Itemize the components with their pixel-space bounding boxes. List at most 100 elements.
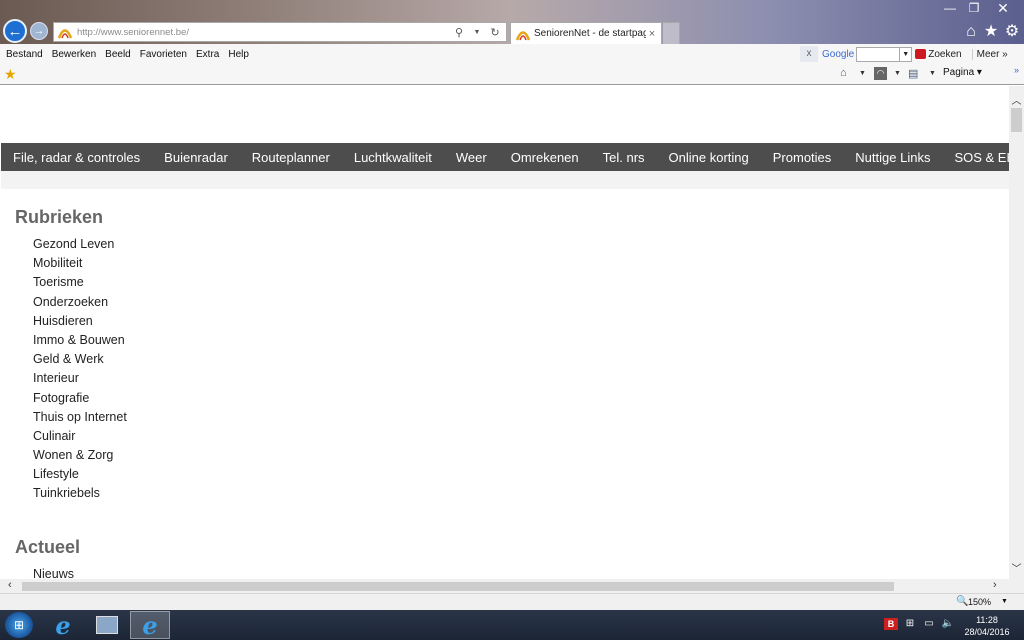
zoom-icon[interactable]: 🔍 — [956, 596, 968, 607]
scroll-down-icon[interactable]: ﹀ — [1009, 560, 1024, 575]
forward-button[interactable]: → — [30, 22, 48, 40]
zoom-level[interactable]: 150% — [968, 597, 991, 607]
rubriek-mobiliteit[interactable]: Mobiliteit — [33, 256, 127, 275]
rss-dropdown-icon[interactable]: ▼ — [894, 70, 901, 77]
vertical-scroll-thumb[interactable] — [1011, 108, 1022, 132]
google-logo: Google — [822, 48, 855, 60]
taskbar-ie-active[interactable]: e — [130, 610, 170, 640]
menu-help[interactable]: Help — [228, 49, 249, 60]
web-content: File, radar & controles Buienradar Route… — [0, 86, 1009, 579]
nav-luchtkwaliteit[interactable]: Luchtkwaliteit — [354, 150, 432, 165]
rubriek-interieur[interactable]: Interieur — [33, 371, 127, 390]
rubriek-immo-bouwen[interactable]: Immo & Bouwen — [33, 333, 127, 352]
close-window-button[interactable]: ✕ — [990, 0, 1016, 16]
new-tab-button[interactable] — [663, 22, 680, 44]
vertical-scrollbar[interactable]: ︿ ﹀ — [1009, 86, 1024, 579]
nav-nuttige-links[interactable]: Nuttige Links — [855, 150, 930, 165]
pagina-label: Pagina — [943, 67, 975, 78]
rubriek-thuis-op-internet[interactable]: Thuis op Internet — [33, 410, 127, 429]
start-button[interactable]: ⊞ — [5, 612, 33, 638]
scroll-right-icon[interactable]: › — [993, 579, 997, 591]
tab-close-icon[interactable]: × — [646, 28, 658, 40]
minimize-button[interactable]: — — [937, 0, 963, 16]
zoeken-button[interactable]: Zoeken — [928, 49, 961, 60]
tab-seniorennet[interactable]: SeniorenNet - de startpagin... × — [510, 22, 662, 44]
google-search-dropdown-icon[interactable]: ▼ — [900, 46, 913, 62]
nav-online-korting[interactable]: Online korting — [669, 150, 749, 165]
tab-title: SeniorenNet - de startpagin... — [534, 28, 646, 39]
rss-icon[interactable]: ◠ — [874, 67, 887, 80]
home-icon[interactable]: ⌂ — [961, 22, 981, 42]
clock-time: 11:28 — [976, 615, 998, 625]
taskbar-clock[interactable]: 11:28 28/04/2016 — [960, 614, 1014, 638]
title-bar: — ❐ ✕ ← → http://www.seniorennet.be/ ⚲ ▼… — [0, 0, 1024, 44]
menu-extra[interactable]: Extra — [196, 49, 219, 60]
internet-explorer-icon: e — [55, 610, 71, 640]
search-icon[interactable]: ⚲ — [452, 26, 466, 39]
home-dropdown-icon[interactable]: ▼ — [859, 70, 866, 77]
taskbar-explorer[interactable] — [87, 611, 127, 639]
network-icon[interactable]: ▭ — [922, 618, 936, 630]
nav-buienradar[interactable]: Buienradar — [164, 150, 228, 165]
rubrieken-heading: Rubrieken — [15, 207, 104, 227]
volume-icon[interactable]: 🔈 — [941, 618, 955, 630]
rubriek-tuinkriebels[interactable]: Tuinkriebels — [33, 486, 127, 505]
taskbar-ie-pinned[interactable]: e — [43, 610, 83, 640]
system-tray: B ⊞ ▭ 🔈 — [884, 618, 960, 630]
rubriek-onderzoeken[interactable]: Onderzoeken — [33, 295, 127, 314]
actueel-nieuws[interactable]: Nieuws — [33, 567, 74, 579]
rubriek-toerisme[interactable]: Toerisme — [33, 275, 127, 294]
nav-promoties[interactable]: Promoties — [773, 150, 832, 165]
back-arrow-icon: ← — [7, 22, 23, 40]
rubriek-gezond-leven[interactable]: Gezond Leven — [33, 237, 127, 256]
scroll-left-icon[interactable]: ‹ — [8, 579, 12, 591]
print-dropdown-icon[interactable]: ▼ — [929, 70, 936, 77]
meer-button[interactable]: Meer » — [971, 48, 1008, 60]
maximize-button[interactable]: ❐ — [961, 0, 987, 16]
rubriek-huisdieren[interactable]: Huisdieren — [33, 314, 127, 333]
add-favorite-star-icon[interactable]: ★ — [4, 66, 17, 83]
nav-omrekenen[interactable]: Omrekenen — [511, 150, 579, 165]
command-more-icon[interactable]: » — [1014, 65, 1019, 75]
google-search-input[interactable] — [856, 46, 901, 62]
rubriek-wonen-zorg[interactable]: Wonen & Zorg — [33, 448, 127, 467]
menu-favorieten[interactable]: Favorieten — [140, 49, 187, 60]
tray-windows-icon[interactable]: ⊞ — [903, 618, 917, 630]
star-icon[interactable]: ★ — [981, 22, 1001, 42]
address-bar[interactable]: http://www.seniorennet.be/ ⚲ ▼ ↻ — [53, 22, 507, 42]
horizontal-scroll-thumb[interactable] — [22, 582, 894, 591]
scroll-up-icon[interactable]: ︿ — [1009, 92, 1024, 107]
command-home-icon[interactable]: ⌂ — [840, 67, 847, 79]
menu-bestand[interactable]: Bestand — [6, 49, 43, 60]
back-button[interactable]: ← — [3, 19, 27, 43]
print-icon[interactable]: ▤ — [908, 67, 918, 80]
refresh-icon[interactable]: ↻ — [488, 26, 502, 39]
rubriek-lifestyle[interactable]: Lifestyle — [33, 467, 127, 486]
google-toolbar-close-icon[interactable]: x — [800, 46, 818, 62]
tray-app-icon[interactable]: B — [884, 618, 898, 630]
pagina-menu[interactable]: Pagina ▾ — [943, 67, 982, 78]
address-dropdown-icon[interactable]: ▼ — [470, 29, 484, 36]
zoom-dropdown-icon[interactable]: ▼ — [1001, 598, 1008, 605]
actueel-list: Nieuws — [33, 567, 74, 579]
nav-tel-nrs[interactable]: Tel. nrs — [603, 150, 645, 165]
nav-weer[interactable]: Weer — [456, 150, 487, 165]
rubriek-fotografie[interactable]: Fotografie — [33, 391, 127, 410]
rubriek-culinair[interactable]: Culinair — [33, 429, 127, 448]
gear-icon[interactable]: ⚙ — [1002, 22, 1022, 42]
menu-bewerken[interactable]: Bewerken — [52, 49, 96, 60]
menu-beeld[interactable]: Beeld — [105, 49, 131, 60]
internet-explorer-icon: e — [142, 610, 158, 640]
file-explorer-icon — [96, 616, 118, 634]
address-url[interactable]: http://www.seniorennet.be/ — [77, 27, 452, 38]
nav-routeplanner[interactable]: Routeplanner — [252, 150, 330, 165]
horizontal-scrollbar[interactable]: ‹ › — [0, 579, 1024, 593]
nav-sos-ehbo[interactable]: SOS & EHBO — [954, 150, 1009, 165]
youtube-icon — [915, 49, 927, 59]
rubriek-geld-werk[interactable]: Geld & Werk — [33, 352, 127, 371]
clock-date: 28/04/2016 — [964, 627, 1010, 637]
windows-logo-icon: ⊞ — [13, 618, 25, 632]
nav-spacer — [1, 171, 1009, 189]
taskbar: ⊞ e e B ⊞ ▭ 🔈 11:28 28/04/2016 — [0, 610, 1024, 640]
nav-file-radar[interactable]: File, radar & controles — [13, 150, 140, 165]
